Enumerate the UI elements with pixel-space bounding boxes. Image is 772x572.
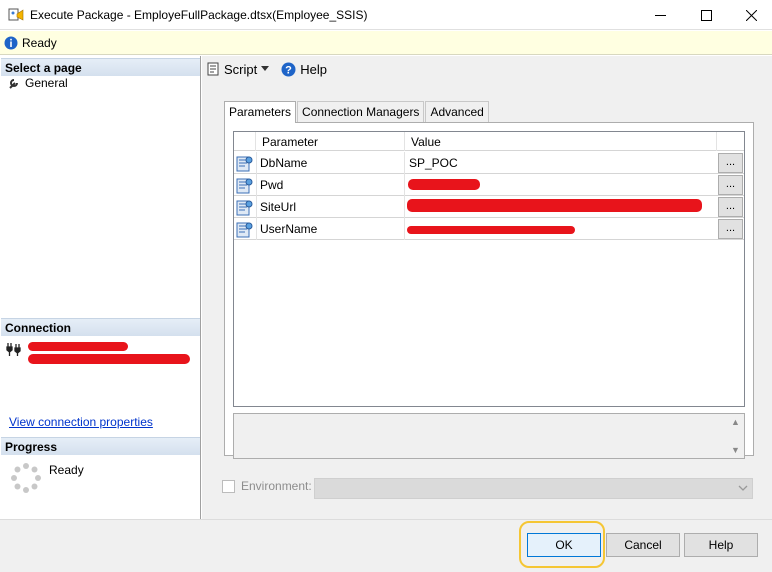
- script-button[interactable]: Script: [206, 61, 270, 77]
- parameter-icon: [236, 178, 253, 194]
- chevron-down-icon: [738, 485, 748, 491]
- environment-checkbox[interactable]: [222, 480, 235, 493]
- value-redaction: [407, 199, 702, 212]
- table-row[interactable]: DbName SP_POC ...: [234, 152, 744, 174]
- info-icon: [4, 36, 18, 50]
- parameter-icon: [236, 222, 253, 238]
- progress-header: Progress: [1, 437, 200, 455]
- edit-value-button[interactable]: ...: [718, 153, 743, 173]
- parameter-icon: [236, 156, 253, 172]
- connection-header: Connection: [1, 318, 200, 336]
- environment-label: Environment:: [241, 479, 312, 493]
- description-scrollbar[interactable]: ▲ ▼: [727, 414, 744, 458]
- cancel-button[interactable]: Cancel: [606, 533, 680, 557]
- view-connection-properties-link[interactable]: View connection properties: [9, 415, 153, 429]
- help-toolbar-button[interactable]: ? Help: [281, 62, 327, 77]
- parameter-name: SiteUrl: [256, 196, 405, 218]
- select-page-header: Select a page: [1, 58, 200, 76]
- parameter-icon: [236, 200, 253, 216]
- maximize-button[interactable]: [683, 0, 729, 30]
- tab-parameters[interactable]: Parameters: [224, 101, 297, 123]
- page-general[interactable]: General: [8, 76, 68, 90]
- table-row[interactable]: SiteUrl ...: [234, 196, 744, 218]
- edit-value-button[interactable]: ...: [718, 197, 743, 217]
- progress-status: Ready: [49, 463, 84, 477]
- tab-advanced[interactable]: Advanced: [425, 101, 489, 122]
- ssis-package-icon: [8, 8, 24, 21]
- value-redaction: [407, 226, 575, 234]
- parameter-name: DbName: [256, 152, 405, 174]
- parameter-name: Pwd: [256, 174, 405, 196]
- toolbar: Script ? Help: [202, 56, 772, 82]
- right-pane: Script ? Help Parameters Connection Mana…: [202, 56, 772, 519]
- parameter-name: UserName: [256, 218, 405, 240]
- parameters-panel: Parameter Value DbName SP_POC ... Pwd ..…: [224, 122, 754, 459]
- edit-value-button[interactable]: ...: [718, 175, 743, 195]
- edit-value-button[interactable]: ...: [718, 219, 743, 239]
- minimize-button[interactable]: [637, 0, 683, 30]
- column-header-parameter: Parameter: [256, 132, 405, 151]
- tab-connection-managers[interactable]: Connection Managers: [297, 101, 425, 122]
- title-bar: Execute Package - EmployeFullPackage.dts…: [0, 0, 772, 30]
- scroll-down-icon[interactable]: ▼: [731, 445, 740, 455]
- connection-plug-icon: [6, 343, 21, 356]
- parameter-value[interactable]: [405, 174, 717, 196]
- chevron-down-icon: [261, 66, 270, 71]
- window-title: Execute Package - EmployeFullPackage.dts…: [30, 8, 368, 22]
- svg-text:?: ?: [285, 64, 292, 76]
- column-header-value: Value: [405, 132, 717, 151]
- parameter-description-box: ▲ ▼: [233, 413, 745, 459]
- wrench-icon: [9, 79, 18, 89]
- connection-redaction: [28, 354, 190, 364]
- dialog-footer: OK Cancel Help: [0, 519, 772, 572]
- parameter-value[interactable]: [405, 218, 717, 240]
- help-label: Help: [300, 61, 327, 77]
- parameter-value[interactable]: [405, 196, 717, 218]
- tab-strip: Parameters Connection Managers Advanced: [224, 101, 490, 123]
- environment-select[interactable]: [314, 478, 753, 499]
- help-icon: ?: [281, 62, 296, 76]
- connection-redaction: [28, 342, 128, 351]
- grid-header: Parameter Value: [234, 132, 744, 151]
- help-button[interactable]: Help: [684, 533, 758, 557]
- scroll-up-icon[interactable]: ▲: [731, 417, 740, 427]
- minimize-icon: [654, 14, 666, 16]
- table-row[interactable]: UserName ...: [234, 218, 744, 240]
- environment-row: Environment:: [222, 477, 762, 499]
- value-redaction: [408, 179, 480, 190]
- close-icon: [745, 9, 757, 21]
- left-pane: Select a page General Connection View co…: [0, 56, 201, 519]
- close-button[interactable]: [728, 0, 772, 30]
- status-bar: Ready: [0, 31, 772, 55]
- parameters-grid: Parameter Value DbName SP_POC ... Pwd ..…: [233, 131, 745, 407]
- grid-corner: [234, 132, 256, 151]
- maximize-icon: [700, 9, 712, 21]
- progress-spinner-icon: [11, 463, 41, 493]
- ok-button[interactable]: OK: [527, 533, 601, 557]
- status-text: Ready: [22, 36, 57, 50]
- script-icon: [207, 62, 219, 76]
- script-label: Script: [224, 61, 258, 77]
- parameter-value[interactable]: SP_POC: [405, 152, 717, 174]
- table-row[interactable]: Pwd ...: [234, 174, 744, 196]
- page-general-label: General: [25, 76, 68, 90]
